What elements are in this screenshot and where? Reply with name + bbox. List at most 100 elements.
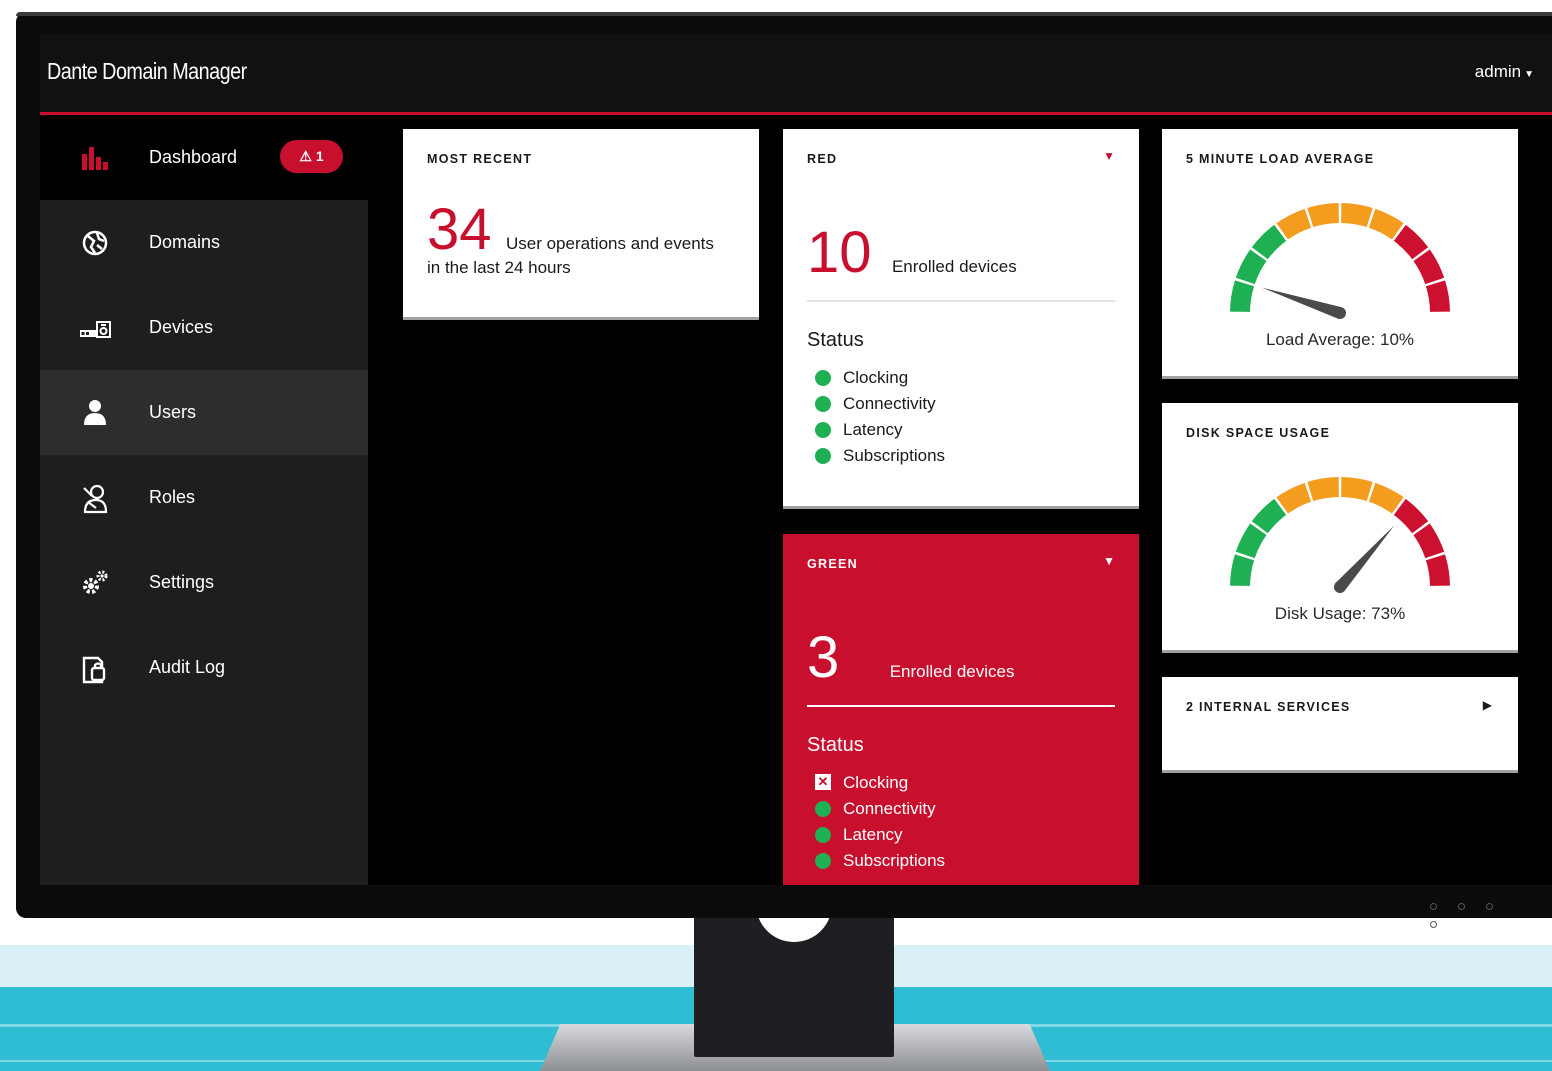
roles-icon	[80, 484, 110, 514]
load-average-card[interactable]: 5 MINUTE LOAD AVERAGE Load Average: 10%	[1162, 129, 1518, 376]
chevron-down-icon: ▼	[1524, 69, 1534, 80]
most-recent-card[interactable]: MOST RECENT 34 User operations and event…	[403, 129, 759, 317]
status-ok-icon	[815, 801, 831, 817]
status-ok-icon	[815, 370, 831, 386]
status-ok-icon	[815, 448, 831, 464]
status-label: Clocking	[843, 368, 909, 387]
gauge-segment	[1425, 280, 1450, 312]
gauge-segment	[1393, 498, 1429, 534]
status-title: Status	[807, 329, 864, 351]
audit-log-icon	[80, 654, 110, 684]
sidebar-item-domains[interactable]: Domains	[40, 200, 368, 285]
sidebar-item-label: Dashboard	[149, 147, 238, 167]
sidebar-item-audit-log[interactable]: Audit Log	[40, 625, 368, 710]
gauge-segment	[1251, 498, 1287, 534]
alert-badge[interactable]: ⚠ 1	[280, 140, 343, 173]
sidebar-item-users[interactable]: Users	[40, 370, 368, 455]
user-menu[interactable]: admin ▼	[1475, 62, 1534, 82]
domain-card-red[interactable]: RED ▼ 10 Enrolled devices Status Clockin…	[783, 129, 1139, 506]
status-item: Subscriptions	[815, 848, 945, 874]
gauge-needle	[1335, 525, 1395, 591]
status-label: Connectivity	[843, 394, 936, 413]
gauge-segment	[1251, 224, 1287, 260]
disk-usage-card[interactable]: DISK SPACE USAGE Disk Usage: 73%	[1162, 403, 1518, 650]
status-item: Connectivity	[815, 391, 945, 417]
status-item: Latency	[815, 822, 945, 848]
sidebar-item-roles[interactable]: Roles	[40, 455, 368, 540]
status-label: Latency	[843, 825, 903, 844]
sidebar-item-label: Users	[149, 402, 197, 422]
app-title: Dante Domain Manager	[47, 58, 247, 84]
sidebar-item-label: Roles	[149, 487, 196, 507]
sidebar-item-dashboard[interactable]: Dashboard ⚠ 1	[40, 115, 368, 200]
chevron-down-icon[interactable]: ▼	[1103, 149, 1115, 163]
enrolled-count: 10	[807, 220, 872, 285]
card-title: 5 MINUTE LOAD AVERAGE	[1186, 152, 1375, 166]
gauge-segment	[1425, 554, 1450, 586]
card-title: MOST RECENT	[427, 152, 533, 166]
gauge-segment	[1230, 280, 1255, 312]
card-title: RED	[807, 152, 838, 166]
bar-chart-icon	[80, 144, 110, 172]
monitor-screen: Dante Domain Manager admin ▼ Dashboard ⚠ …	[40, 34, 1552, 885]
gauge-hub	[1334, 581, 1346, 593]
recent-count: 34	[427, 197, 492, 262]
status-item: Latency	[815, 417, 945, 443]
green-value-row: 3 Enrolled devices	[807, 629, 1014, 687]
load-average-gauge	[1230, 203, 1450, 319]
internal-services-card[interactable]: 2 INTERNAL SERVICES ▶	[1162, 677, 1518, 770]
warning-icon: ⚠	[299, 148, 312, 164]
disk-usage-label: Disk Usage: 73%	[1274, 604, 1406, 623]
status-ok-icon	[815, 827, 831, 843]
status-item: ✕ Clocking	[815, 770, 945, 796]
domain-card-green[interactable]: GREEN ▼ 3 Enrolled devices Status ✕ Clock…	[783, 534, 1139, 885]
status-label: Connectivity	[843, 799, 936, 818]
status-item: Clocking	[815, 365, 945, 391]
status-label: Clocking	[843, 773, 909, 792]
sidebar-item-label: Devices	[149, 317, 214, 337]
status-title: Status	[807, 734, 864, 756]
status-item: Subscriptions	[815, 443, 945, 469]
recent-subtext: in the last 24 hours	[427, 258, 571, 277]
status-label: Latency	[843, 420, 903, 439]
status-ok-icon	[815, 853, 831, 869]
card-title: GREEN	[807, 557, 858, 571]
app-header: Dante Domain Manager admin ▼	[40, 34, 1552, 115]
status-list: ✕ Clocking Connectivity Latency Subscript…	[815, 770, 945, 874]
divider	[807, 300, 1115, 302]
sidebar-item-settings[interactable]: Settings	[40, 540, 368, 625]
enrolled-label: Enrolled devices	[889, 662, 1015, 681]
gauge-segment	[1341, 477, 1373, 502]
user-icon	[80, 399, 110, 427]
user-name: admin	[1474, 62, 1522, 81]
status-ok-icon	[815, 396, 831, 412]
status-item: Connectivity	[815, 796, 945, 822]
globe-icon	[80, 229, 110, 257]
disk-usage-gauge	[1230, 477, 1450, 593]
status-ok-icon	[815, 422, 831, 438]
status-list: Clocking Connectivity Latency Subscripti…	[815, 365, 945, 469]
monitor-bezel-edge	[16, 12, 1552, 16]
gauge-needle	[1262, 287, 1342, 319]
gauge-segment	[1393, 224, 1429, 260]
load-average-label: Load Average: 10%	[1265, 330, 1415, 349]
enrolled-count: 3	[807, 625, 840, 690]
chevron-down-icon[interactable]: ▼	[1103, 554, 1115, 568]
gauge-segment	[1307, 203, 1339, 228]
chevron-right-icon[interactable]: ▶	[1483, 698, 1492, 712]
alert-count: 1	[315, 148, 324, 164]
recent-value-row: 34 User operations and events	[427, 201, 714, 259]
enrolled-label: Enrolled devices	[891, 257, 1017, 276]
monitor-buttons	[1430, 897, 1540, 928]
status-label: Subscriptions	[843, 446, 946, 465]
card-title: 2 INTERNAL SERVICES	[1186, 700, 1351, 714]
gauge-segment	[1307, 477, 1339, 502]
status-label: Subscriptions	[843, 851, 946, 870]
card-title: DISK SPACE USAGE	[1186, 426, 1331, 440]
sidebar: Dashboard ⚠ 1 Domains Devices Users Role…	[40, 115, 368, 885]
gauge-segment	[1341, 203, 1373, 228]
gauge-hub	[1334, 307, 1346, 319]
status-error-icon: ✕	[815, 774, 831, 790]
sidebar-item-devices[interactable]: Devices	[40, 285, 368, 370]
gears-icon	[80, 569, 110, 597]
